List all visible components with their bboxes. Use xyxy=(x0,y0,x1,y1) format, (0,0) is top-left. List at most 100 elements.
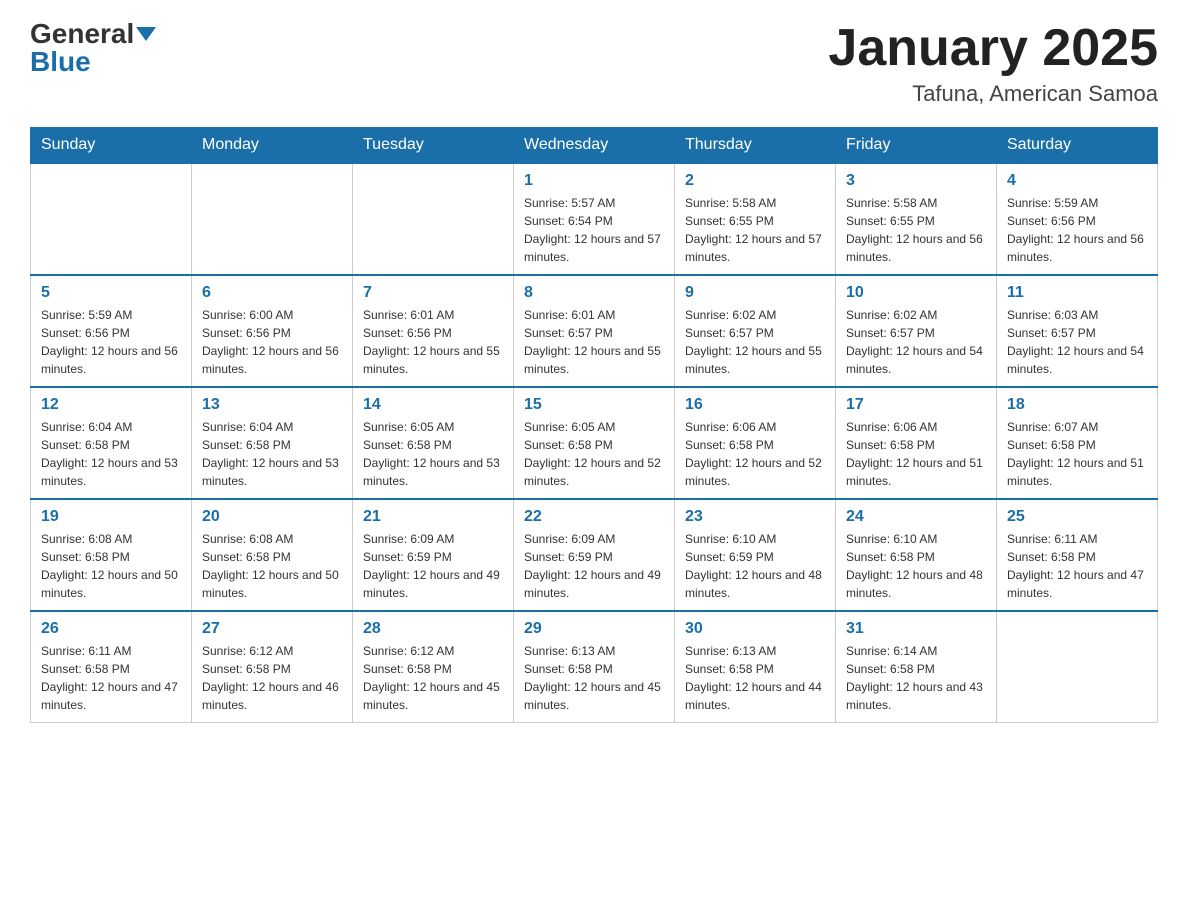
calendar-cell: 23Sunrise: 6:10 AMSunset: 6:59 PMDayligh… xyxy=(675,499,836,611)
day-number: 7 xyxy=(363,284,503,302)
day-info: Sunrise: 5:59 AMSunset: 6:56 PMDaylight:… xyxy=(1007,194,1147,266)
day-info: Sunrise: 6:12 AMSunset: 6:58 PMDaylight:… xyxy=(202,642,342,714)
day-info: Sunrise: 6:14 AMSunset: 6:58 PMDaylight:… xyxy=(846,642,986,714)
day-info: Sunrise: 5:57 AMSunset: 6:54 PMDaylight:… xyxy=(524,194,664,266)
calendar-week-row: 5 Sunrise: 5:59 AMSunset: 6:56 PMDaylight… xyxy=(31,275,1158,387)
calendar-cell: 4 Sunrise: 5:59 AMSunset: 6:56 PMDaylight… xyxy=(997,163,1158,275)
day-info: Sunrise: 6:01 AMSunset: 6:57 PMDaylight:… xyxy=(524,306,664,378)
calendar-cell: 12Sunrise: 6:04 AMSunset: 6:58 PMDayligh… xyxy=(31,387,192,499)
day-number: 5 xyxy=(41,284,181,302)
day-info: Sunrise: 6:04 AMSunset: 6:58 PMDaylight:… xyxy=(202,418,342,490)
day-number: 9 xyxy=(685,284,825,302)
day-header-tuesday: Tuesday xyxy=(353,128,514,164)
day-info: Sunrise: 6:06 AMSunset: 6:58 PMDaylight:… xyxy=(846,418,986,490)
calendar-cell: 6Sunrise: 6:00 AMSunset: 6:56 PMDaylight… xyxy=(192,275,353,387)
day-info: Sunrise: 6:08 AMSunset: 6:58 PMDaylight:… xyxy=(41,530,181,602)
day-info: Sunrise: 6:10 AMSunset: 6:58 PMDaylight:… xyxy=(846,530,986,602)
day-number: 15 xyxy=(524,396,664,414)
day-info: Sunrise: 6:08 AMSunset: 6:58 PMDaylight:… xyxy=(202,530,342,602)
day-number: 18 xyxy=(1007,396,1147,414)
day-header-sunday: Sunday xyxy=(31,128,192,164)
day-number: 27 xyxy=(202,620,342,638)
calendar-cell: 21 Sunrise: 6:09 AMSunset: 6:59 PMDayligh… xyxy=(353,499,514,611)
calendar-cell xyxy=(353,163,514,275)
calendar-week-row: 1 Sunrise: 5:57 AMSunset: 6:54 PMDaylight… xyxy=(31,163,1158,275)
day-header-thursday: Thursday xyxy=(675,128,836,164)
day-info: Sunrise: 6:00 AMSunset: 6:56 PMDaylight:… xyxy=(202,306,342,378)
day-info: Sunrise: 6:05 AMSunset: 6:58 PMDaylight:… xyxy=(363,418,503,490)
day-number: 20 xyxy=(202,508,342,526)
day-info: Sunrise: 6:09 AMSunset: 6:59 PMDaylight:… xyxy=(524,530,664,602)
calendar-cell xyxy=(192,163,353,275)
day-info: Sunrise: 6:07 AMSunset: 6:58 PMDaylight:… xyxy=(1007,418,1147,490)
calendar-cell: 1 Sunrise: 5:57 AMSunset: 6:54 PMDaylight… xyxy=(514,163,675,275)
calendar-cell: 5 Sunrise: 5:59 AMSunset: 6:56 PMDaylight… xyxy=(31,275,192,387)
day-info: Sunrise: 6:05 AMSunset: 6:58 PMDaylight:… xyxy=(524,418,664,490)
calendar-week-row: 19 Sunrise: 6:08 AMSunset: 6:58 PMDayligh… xyxy=(31,499,1158,611)
logo-general-text: General xyxy=(30,20,134,48)
calendar-week-row: 12Sunrise: 6:04 AMSunset: 6:58 PMDayligh… xyxy=(31,387,1158,499)
calendar-cell: 26 Sunrise: 6:11 AMSunset: 6:58 PMDayligh… xyxy=(31,611,192,723)
calendar-cell: 17Sunrise: 6:06 AMSunset: 6:58 PMDayligh… xyxy=(836,387,997,499)
calendar-cell: 30 Sunrise: 6:13 AMSunset: 6:58 PMDayligh… xyxy=(675,611,836,723)
page-header: General Blue January 2025 Tafuna, Americ… xyxy=(30,20,1158,107)
calendar-cell: 27 Sunrise: 6:12 AMSunset: 6:58 PMDayligh… xyxy=(192,611,353,723)
day-number: 3 xyxy=(846,172,986,190)
day-info: Sunrise: 5:59 AMSunset: 6:56 PMDaylight:… xyxy=(41,306,181,378)
calendar-cell xyxy=(997,611,1158,723)
day-info: Sunrise: 6:02 AMSunset: 6:57 PMDaylight:… xyxy=(846,306,986,378)
calendar-cell: 7 Sunrise: 6:01 AMSunset: 6:56 PMDaylight… xyxy=(353,275,514,387)
day-number: 8 xyxy=(524,284,664,302)
calendar-cell: 3 Sunrise: 5:58 AMSunset: 6:55 PMDaylight… xyxy=(836,163,997,275)
day-number: 29 xyxy=(524,620,664,638)
day-number: 31 xyxy=(846,620,986,638)
day-number: 25 xyxy=(1007,508,1147,526)
day-number: 21 xyxy=(363,508,503,526)
day-info: Sunrise: 6:06 AMSunset: 6:58 PMDaylight:… xyxy=(685,418,825,490)
day-number: 28 xyxy=(363,620,503,638)
day-header-monday: Monday xyxy=(192,128,353,164)
logo-blue-text: Blue xyxy=(30,48,91,76)
day-number: 4 xyxy=(1007,172,1147,190)
calendar-cell: 25 Sunrise: 6:11 AMSunset: 6:58 PMDayligh… xyxy=(997,499,1158,611)
day-info: Sunrise: 6:03 AMSunset: 6:57 PMDaylight:… xyxy=(1007,306,1147,378)
day-number: 14 xyxy=(363,396,503,414)
day-header-saturday: Saturday xyxy=(997,128,1158,164)
day-info: Sunrise: 6:12 AMSunset: 6:58 PMDaylight:… xyxy=(363,642,503,714)
calendar-cell: 14 Sunrise: 6:05 AMSunset: 6:58 PMDayligh… xyxy=(353,387,514,499)
day-header-wednesday: Wednesday xyxy=(514,128,675,164)
day-number: 2 xyxy=(685,172,825,190)
calendar-cell: 11 Sunrise: 6:03 AMSunset: 6:57 PMDayligh… xyxy=(997,275,1158,387)
day-number: 11 xyxy=(1007,284,1147,302)
calendar-cell: 29 Sunrise: 6:13 AMSunset: 6:58 PMDayligh… xyxy=(514,611,675,723)
day-info: Sunrise: 6:04 AMSunset: 6:58 PMDaylight:… xyxy=(41,418,181,490)
calendar-cell: 28 Sunrise: 6:12 AMSunset: 6:58 PMDayligh… xyxy=(353,611,514,723)
day-info: Sunrise: 6:13 AMSunset: 6:58 PMDaylight:… xyxy=(524,642,664,714)
day-info: Sunrise: 6:13 AMSunset: 6:58 PMDaylight:… xyxy=(685,642,825,714)
calendar-cell: 10 Sunrise: 6:02 AMSunset: 6:57 PMDayligh… xyxy=(836,275,997,387)
calendar-cell: 15 Sunrise: 6:05 AMSunset: 6:58 PMDayligh… xyxy=(514,387,675,499)
day-number: 1 xyxy=(524,172,664,190)
month-title: January 2025 xyxy=(828,20,1158,77)
logo: General Blue xyxy=(30,20,156,76)
day-number: 24 xyxy=(846,508,986,526)
day-info: Sunrise: 6:01 AMSunset: 6:56 PMDaylight:… xyxy=(363,306,503,378)
day-number: 19 xyxy=(41,508,181,526)
calendar-cell: 24 Sunrise: 6:10 AMSunset: 6:58 PMDayligh… xyxy=(836,499,997,611)
day-info: Sunrise: 5:58 AMSunset: 6:55 PMDaylight:… xyxy=(846,194,986,266)
calendar-cell: 9Sunrise: 6:02 AMSunset: 6:57 PMDaylight… xyxy=(675,275,836,387)
day-info: Sunrise: 6:11 AMSunset: 6:58 PMDaylight:… xyxy=(41,642,181,714)
day-number: 26 xyxy=(41,620,181,638)
calendar-cell: 19 Sunrise: 6:08 AMSunset: 6:58 PMDayligh… xyxy=(31,499,192,611)
calendar-cell: 13Sunrise: 6:04 AMSunset: 6:58 PMDayligh… xyxy=(192,387,353,499)
calendar-table: SundayMondayTuesdayWednesdayThursdayFrid… xyxy=(30,127,1158,723)
day-number: 10 xyxy=(846,284,986,302)
calendar-week-row: 26 Sunrise: 6:11 AMSunset: 6:58 PMDayligh… xyxy=(31,611,1158,723)
day-number: 30 xyxy=(685,620,825,638)
day-info: Sunrise: 6:11 AMSunset: 6:58 PMDaylight:… xyxy=(1007,530,1147,602)
day-header-friday: Friday xyxy=(836,128,997,164)
calendar-cell: 20 Sunrise: 6:08 AMSunset: 6:58 PMDayligh… xyxy=(192,499,353,611)
calendar-cell: 16Sunrise: 6:06 AMSunset: 6:58 PMDayligh… xyxy=(675,387,836,499)
day-info: Sunrise: 6:09 AMSunset: 6:59 PMDaylight:… xyxy=(363,530,503,602)
calendar-cell: 8 Sunrise: 6:01 AMSunset: 6:57 PMDaylight… xyxy=(514,275,675,387)
